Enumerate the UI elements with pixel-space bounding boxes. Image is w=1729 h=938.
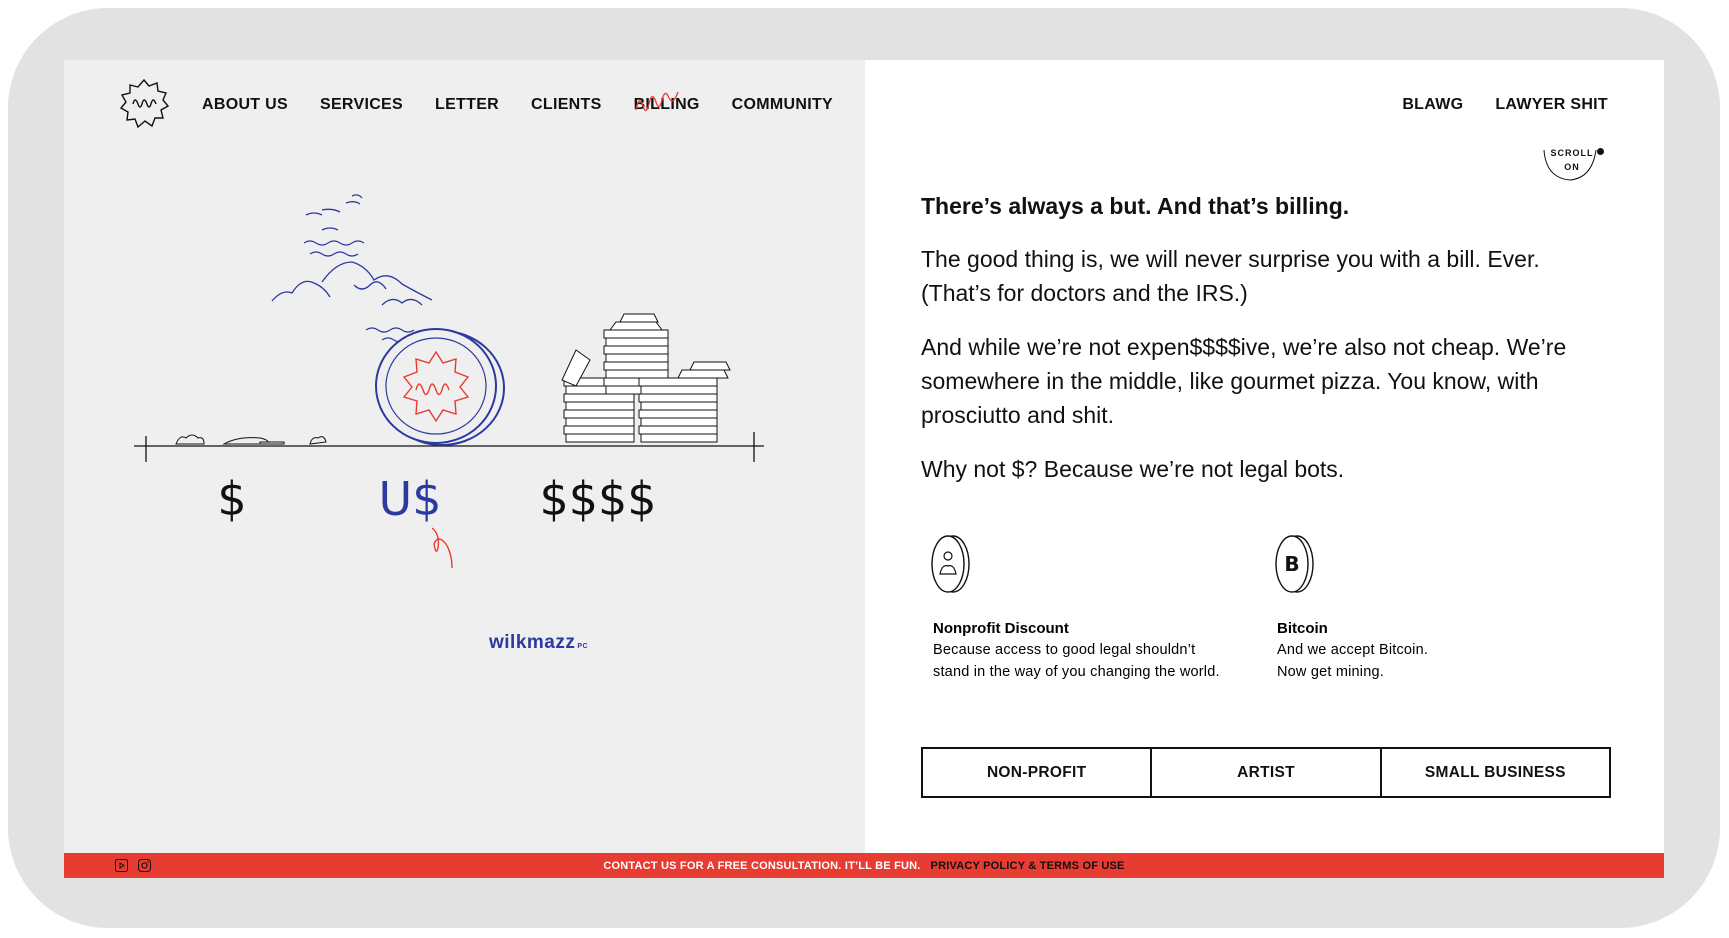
coin-stacks-icon [561, 313, 731, 443]
birds-icon [305, 194, 363, 231]
client-type-tabs: NON-PROFIT ARTIST SMALL BUSINESS [921, 747, 1611, 798]
brand-suffix: PC [577, 643, 589, 650]
footer-privacy-link[interactable]: PRIVACY POLICY & TERMS OF USE [931, 860, 1125, 872]
wilkmazz-coin-icon [375, 328, 505, 446]
feature-nonprofit: Nonprofit Discount Because access to goo… [931, 530, 1253, 683]
scroll-line1: SCROLL [1550, 148, 1594, 158]
nav-lawyer-shit[interactable]: LAWYER SHIT [1495, 96, 1608, 114]
nav-blawg[interactable]: BLAWG [1402, 96, 1463, 114]
billing-illustration: $ U$ $$$$ [134, 194, 764, 569]
crumbs-icon [175, 434, 327, 445]
mountains-icon [271, 261, 433, 306]
feature-bitcoin: B Bitcoin And we accept Bitcoin. Now get… [1275, 530, 1597, 683]
footer-text: CONTACT US FOR A FREE CONSULTATION. IT’L… [64, 853, 1664, 878]
scroll-on-badge[interactable]: SCROLL ON [1540, 140, 1612, 182]
pointer-squiggle-icon [431, 527, 453, 569]
page-headline: There’s always a but. And that’s billing… [921, 193, 1350, 219]
footer-bar: CONTACT US FOR A FREE CONSULTATION. IT’L… [64, 853, 1664, 878]
label-expensive: $$$$ [539, 472, 656, 526]
feature-desc-nonprofit-line2: stand in the way of you changing the wor… [933, 664, 1220, 680]
scroll-text: SCROLL ON [1550, 146, 1594, 174]
bitcoin-coin-icon: B [1275, 535, 1314, 593]
footer-cta[interactable]: CONTACT US FOR A FREE CONSULTATION. IT’L… [603, 860, 920, 872]
tab-small-business[interactable]: SMALL BUSINESS [1382, 749, 1609, 796]
svg-text:B: B [1284, 552, 1299, 576]
waves-icon [303, 240, 419, 343]
tab-non-profit[interactable]: NON-PROFIT [923, 749, 1153, 796]
illustration-panel: ABOUT US SERVICES LETTER CLIENTS BILLING… [64, 60, 865, 853]
main-nav-right: BLAWG LAWYER SHIT [1402, 96, 1608, 114]
feature-title-bitcoin: Bitcoin [1277, 620, 1328, 637]
content-panel: BLAWG LAWYER SHIT SCROLL ON There’s alwa… [865, 60, 1664, 853]
scroll-line2: ON [1564, 162, 1580, 172]
brand-name: wilkmazz [489, 632, 576, 653]
scroll-dot-icon [1597, 148, 1604, 155]
website-screen: ABOUT US SERVICES LETTER CLIENTS BILLING… [64, 60, 1664, 878]
feature-title-nonprofit: Nonprofit Discount [933, 620, 1069, 637]
feature-desc-nonprofit-line1: Because access to good legal shouldn’t [933, 642, 1196, 658]
feature-desc-bitcoin-line1: And we accept Bitcoin. [1277, 642, 1429, 658]
label-cheap: $ [217, 472, 246, 526]
paragraph-bots: Why not $? Because we’re not legal bots. [921, 456, 1345, 482]
feature-desc-bitcoin-line2: Now get mining. [1277, 664, 1384, 680]
paragraph-pricing: And while we’re not expen$$$$ive, we’re … [921, 334, 1567, 428]
billing-copy: There’s always a but. And that’s billing… [921, 190, 1611, 506]
tab-artist[interactable]: ARTIST [1152, 749, 1382, 796]
brand-wordmark: wilkmazz PC [489, 632, 588, 654]
paragraph-surprise: The good thing is, we will never surpris… [921, 246, 1540, 306]
nonprofit-coin-icon [931, 535, 970, 593]
label-us: U$ [379, 472, 442, 526]
